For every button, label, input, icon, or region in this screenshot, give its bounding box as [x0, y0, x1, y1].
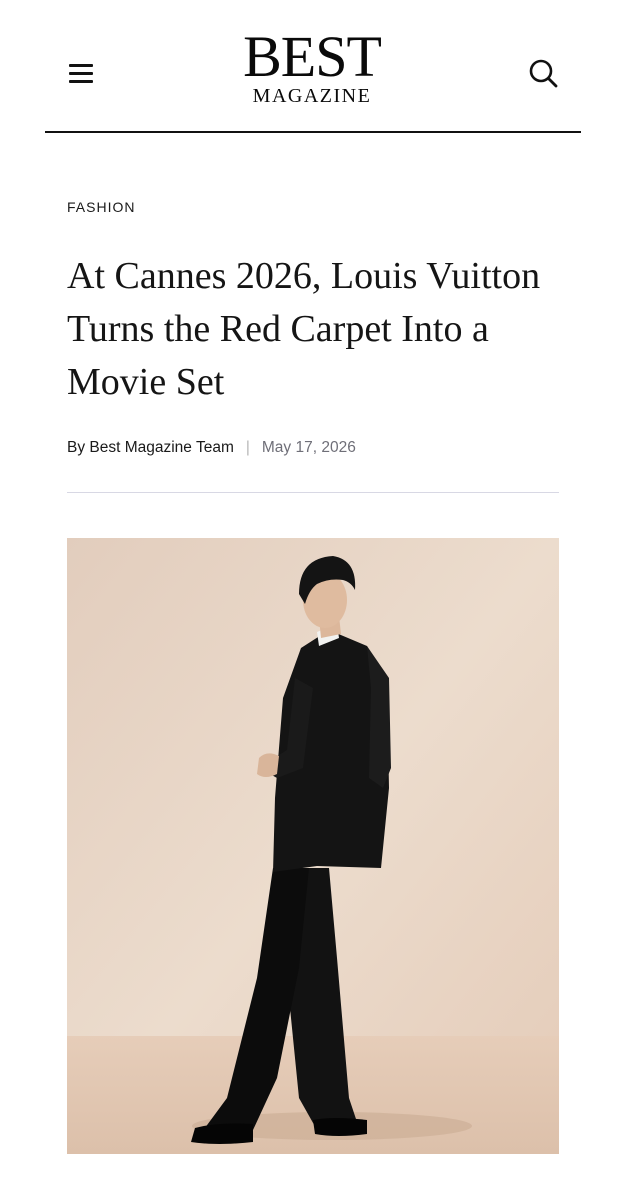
- article-date: May 17, 2026: [261, 439, 356, 456]
- search-icon[interactable]: [526, 56, 560, 90]
- article-author[interactable]: By Best Magazine Team: [67, 439, 234, 457]
- logo-sub-text: MAGAZINE: [252, 85, 372, 107]
- article-headline: At Cannes 2026, Louis Vuitton Turns the …: [67, 255, 541, 403]
- menu-bar: [69, 72, 93, 75]
- menu-bar: [69, 64, 93, 67]
- header-divider: [45, 131, 581, 133]
- logo-main-text: BEST: [243, 24, 382, 89]
- site-logo[interactable]: BEST MAGAZINE: [200, 24, 424, 107]
- article-divider: [67, 492, 559, 493]
- article-category[interactable]: FASHION: [67, 199, 135, 215]
- article-byline: By Best Magazine Team | May 17, 2026: [67, 437, 356, 459]
- hamburger-menu-icon[interactable]: [66, 58, 98, 88]
- hero-image: [67, 538, 559, 1154]
- site-header: BEST MAGAZINE: [0, 0, 624, 132]
- byline-separator: |: [245, 439, 250, 456]
- menu-bar: [69, 80, 93, 83]
